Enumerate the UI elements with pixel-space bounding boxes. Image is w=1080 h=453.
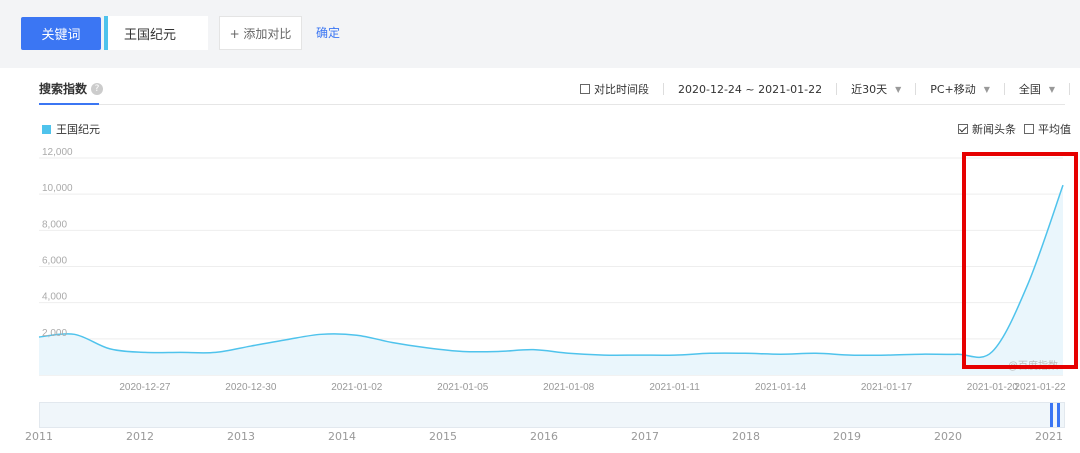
x-tick-label: 2021-01-22 <box>1014 382 1066 393</box>
y-tick-label: 4,000 <box>42 292 67 303</box>
navigator-year-label: 2013 <box>227 430 255 443</box>
y-tick-label: 10,000 <box>42 183 73 194</box>
navigator-year-label: 2016 <box>530 430 558 443</box>
series-area <box>39 185 1063 375</box>
navigator-year-label: 2015 <box>429 430 457 443</box>
x-tick-label: 2021-01-20 <box>967 382 1019 393</box>
series-line[interactable] <box>38 184 1064 359</box>
keyword-button[interactable]: 关键词 <box>21 17 101 50</box>
x-tick-label: 2021-01-11 <box>649 382 700 393</box>
confirm-button[interactable]: 确定 <box>316 24 340 41</box>
navigator-year-label: 2014 <box>328 430 356 443</box>
y-tick-label: 12,000 <box>42 147 73 158</box>
navigator-handle-right[interactable] <box>1057 403 1060 427</box>
x-tick-label: 2021-01-08 <box>543 382 595 393</box>
navigator-year-label: 2020 <box>934 430 962 443</box>
search-index-panel: 搜索指数 ? 对比时间段 2020-12-24 ~ 2021-01-22 近30… <box>0 68 1080 453</box>
keyword-input[interactable]: 王国纪元 <box>104 16 208 50</box>
x-tick-label: 2021-01-14 <box>755 382 807 393</box>
navigator-handle-left[interactable] <box>1050 403 1053 427</box>
y-tick-label: 2,000 <box>42 328 67 339</box>
y-tick-label: 8,000 <box>42 219 67 230</box>
x-tick-label: 2020-12-27 <box>119 382 171 393</box>
navigator-year-label: 2018 <box>732 430 760 443</box>
search-index-chart: 2,000 4,000 6,000 8,000 10,000 12,000 2020-12-… <box>38 147 1066 393</box>
x-tick-label: 2021-01-02 <box>331 382 383 393</box>
navigator-year-label: 2021 <box>1035 430 1063 443</box>
navigator-year-label: 2017 <box>631 430 659 443</box>
x-tick-label: 2020-12-30 <box>225 382 277 393</box>
highlight-box <box>962 152 1078 369</box>
y-tick-label: 6,000 <box>42 256 67 267</box>
toolbar: 关键词 王国纪元 + 添加对比 确定 <box>0 0 1080 66</box>
navigator-year-label: 2011 <box>25 430 53 443</box>
navigator-year-label: 2019 <box>833 430 861 443</box>
add-compare-button[interactable]: + 添加对比 <box>219 16 302 50</box>
timeline-navigator[interactable] <box>39 402 1065 428</box>
navigator-year-label: 2012 <box>126 430 154 443</box>
x-tick-label: 2021-01-17 <box>861 382 913 393</box>
x-tick-label: 2021-01-05 <box>437 382 489 393</box>
